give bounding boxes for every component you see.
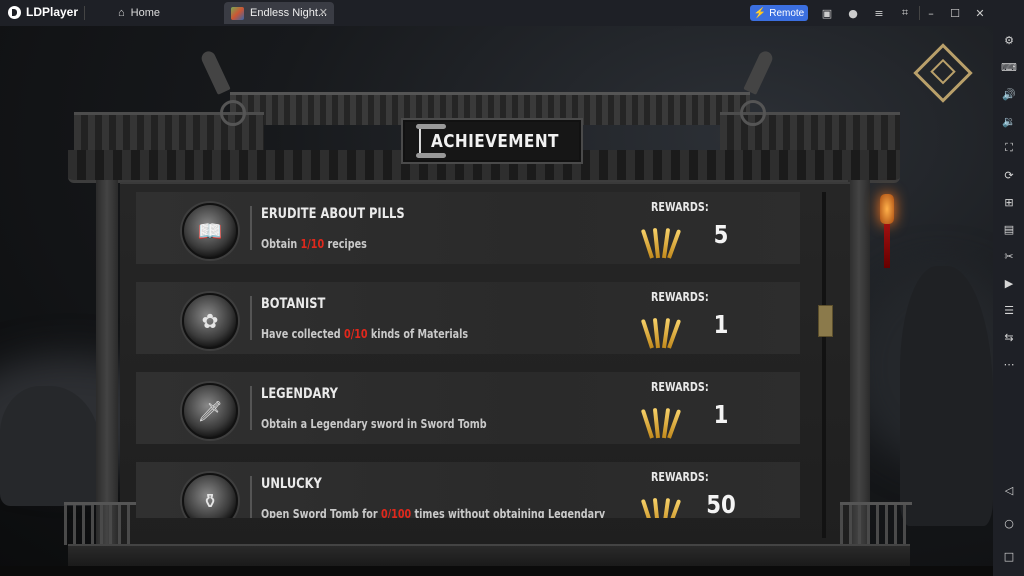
card-divider xyxy=(250,296,252,340)
railing-right xyxy=(840,502,912,545)
emblem-icon xyxy=(913,43,973,103)
reward-value: 1 xyxy=(713,310,729,339)
page-title: ACHIEVEMENT xyxy=(430,130,559,152)
scissors-icon[interactable]: ✂ xyxy=(1001,248,1017,264)
card-divider xyxy=(250,386,252,430)
game-icon xyxy=(231,6,244,20)
card-divider xyxy=(250,476,252,518)
app-name: LDPlayer xyxy=(26,5,79,19)
title-bar: LDPlayer ⌂ Home Endless Night... ✕ ⚡ Rem… xyxy=(0,0,1024,27)
settings-icon[interactable]: ⚙ xyxy=(1001,32,1017,48)
progress-count: 0/100 xyxy=(380,507,412,518)
achievement-description: Open Sword Tomb for 0/100 times without … xyxy=(261,507,605,518)
gold-reward-icon xyxy=(640,492,682,518)
achievement-card[interactable]: ⚱ UNLUCKY Open Sword Tomb for 0/100 time… xyxy=(136,462,800,518)
tab-home[interactable]: ⌂ Home xyxy=(118,0,160,26)
rotate-icon[interactable]: ⇆ xyxy=(1001,329,1017,345)
reward-value: 5 xyxy=(713,220,729,249)
scrollbar-track[interactable] xyxy=(822,192,826,538)
achievement-title: LEGENDARY xyxy=(261,386,338,402)
tab-close-icon[interactable]: ✕ xyxy=(319,6,328,19)
reward-value: 50 xyxy=(706,490,736,518)
progress-count: 0/10 xyxy=(344,327,368,341)
progress-count: 1/10 xyxy=(300,237,325,251)
roof-end-ornament xyxy=(740,100,766,126)
rewards-label: REWARDS: xyxy=(651,200,709,214)
divider xyxy=(84,6,85,20)
menu-icon[interactable]: ≡ xyxy=(871,5,887,21)
achievement-card[interactable]: 📖 ERUDITE ABOUT PILLS Obtain 1/10 recipe… xyxy=(136,192,800,264)
sync-icon[interactable]: ⟳ xyxy=(1001,167,1017,183)
divider xyxy=(919,6,920,20)
rewards-label: REWARDS: xyxy=(651,380,709,394)
tomb-icon: ⚱ xyxy=(182,473,238,518)
achievement-card[interactable]: 🗡 LEGENDARY Obtain a Legendary sword in … xyxy=(136,372,800,444)
pillar-left xyxy=(96,180,118,552)
add-screen-icon[interactable]: ⊞ xyxy=(1001,194,1017,210)
roof-ornament xyxy=(743,49,775,95)
flower-icon: ✿ xyxy=(182,293,238,349)
railing-left xyxy=(64,502,136,545)
tab-game-label: Endless Night... xyxy=(250,7,328,19)
app-logo: LDPlayer xyxy=(8,5,78,19)
gold-reward-icon xyxy=(640,402,682,439)
more-icon[interactable]: ⋯ xyxy=(1001,356,1017,372)
achievement-title: ERUDITE ABOUT PILLS xyxy=(261,206,405,222)
video-icon[interactable]: ▶ xyxy=(1001,275,1017,291)
roof-ornament xyxy=(199,49,231,95)
achievement-description: Obtain a Legendary sword in Sword Tomb xyxy=(261,417,487,431)
achievement-card[interactable]: ✿ BOTANIST Have collected 0/10 kinds of … xyxy=(136,282,800,354)
home-icon: ⌂ xyxy=(118,7,125,19)
layers-icon[interactable]: ☰ xyxy=(1001,302,1017,318)
maximize-icon[interactable]: ☐ xyxy=(947,5,963,21)
emulator-sidebar: ⚙ ⌨ 🔊 🔉 ⛶ ⟳ ⊞ ▤ ✂ ▶ ☰ ⇆ ⋯ ◁ ○ □ xyxy=(993,26,1024,576)
back-icon[interactable]: ◁ xyxy=(1001,482,1017,498)
gold-reward-icon xyxy=(640,222,682,259)
tab-home-label: Home xyxy=(130,7,160,19)
fullscreen-icon[interactable]: ⛶ xyxy=(1001,140,1017,156)
sword-icon: 🗡 xyxy=(182,383,238,439)
screen-crop-icon[interactable]: ⌗ xyxy=(897,5,913,21)
pillar-right xyxy=(848,180,870,552)
book-icon: 📖 xyxy=(182,203,238,259)
square-recent-icon[interactable]: □ xyxy=(1001,548,1017,564)
remote-label: Remote xyxy=(769,7,805,19)
scrollbar-thumb[interactable] xyxy=(818,305,833,337)
account-icon[interactable]: ● xyxy=(845,5,861,21)
achievement-description: Obtain 1/10 recipes xyxy=(261,237,367,251)
rewards-label: REWARDS: xyxy=(651,290,709,304)
rewards-label: REWARDS: xyxy=(651,470,709,484)
game-viewport[interactable]: ACHIEVEMENT 📖 ERUDITE ABOUT PILLS Obtain… xyxy=(0,26,993,576)
scroll-icon xyxy=(416,124,440,158)
gamepad-icon[interactable]: ▣ xyxy=(819,5,835,21)
gold-reward-icon xyxy=(640,312,682,349)
background-rock xyxy=(900,266,993,526)
card-divider xyxy=(250,206,252,250)
lightning-icon: ⚡ xyxy=(753,7,767,19)
background-rock xyxy=(0,386,100,506)
lantern-icon xyxy=(880,194,894,224)
tab-endless-night[interactable]: Endless Night... ✕ xyxy=(224,2,334,24)
achievement-title: BOTANIST xyxy=(261,296,326,312)
keyboard-icon[interactable]: ⌨ xyxy=(1001,59,1017,75)
volume-up-icon[interactable]: 🔊 xyxy=(1001,86,1017,102)
home-circle-icon[interactable]: ○ xyxy=(1001,515,1017,531)
remote-button[interactable]: ⚡ Remote xyxy=(750,5,808,21)
title-plaque: ACHIEVEMENT xyxy=(401,118,583,164)
achievement-title: UNLUCKY xyxy=(261,476,322,492)
reward-value: 1 xyxy=(713,400,729,429)
lantern-tassel xyxy=(884,224,890,268)
fps-icon[interactable]: ▤ xyxy=(1001,221,1017,237)
floor-shadow xyxy=(0,566,993,576)
volume-down-icon[interactable]: 🔉 xyxy=(1001,113,1017,129)
minimize-icon[interactable]: – xyxy=(923,5,939,21)
close-icon[interactable]: ✕ xyxy=(972,5,988,21)
roof-end-ornament xyxy=(220,100,246,126)
achievement-description: Have collected 0/10 kinds of Materials xyxy=(261,327,469,341)
ldplayer-logo-icon xyxy=(8,5,21,19)
